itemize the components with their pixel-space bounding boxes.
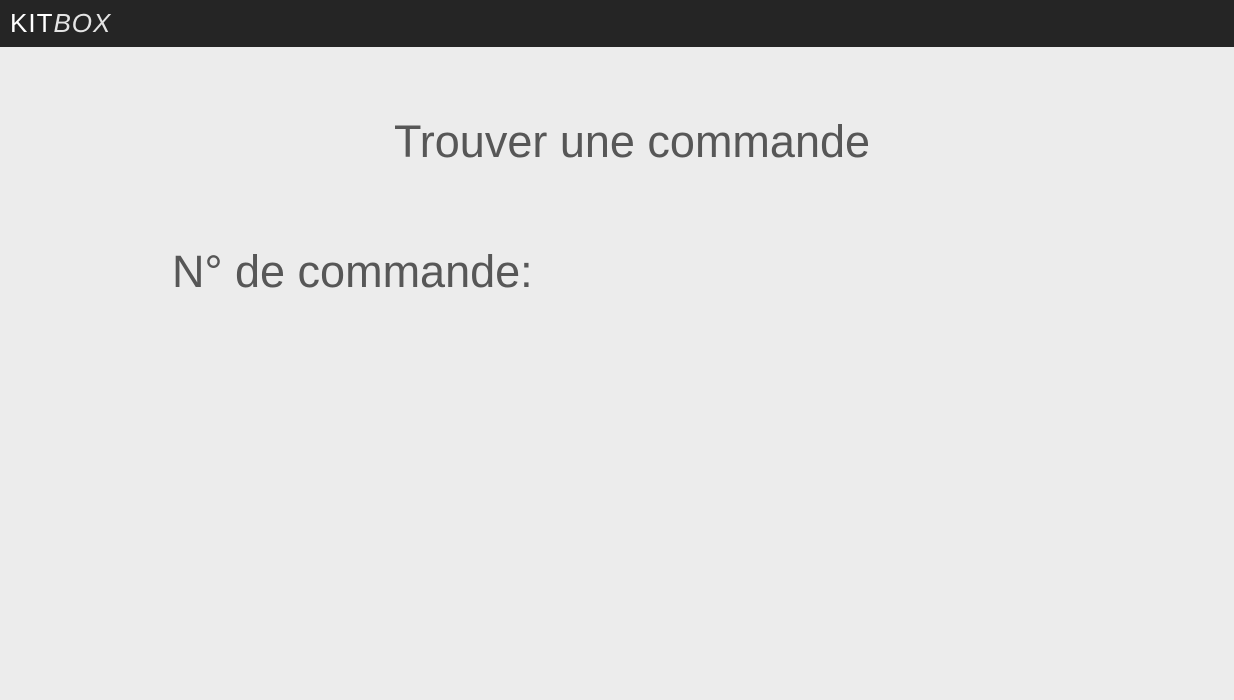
kitbox-logo[interactable]: KIT BOX bbox=[10, 10, 111, 36]
logo-box-text: BOX bbox=[53, 7, 112, 38]
main-content: Trouver une commande N° de commande: bbox=[0, 47, 1234, 700]
page-title: Trouver une commande bbox=[393, 116, 871, 167]
order-number-label: N° de commande: bbox=[172, 246, 533, 297]
logo-kit-text: KIT bbox=[10, 7, 54, 38]
top-bar: KIT BOX bbox=[0, 0, 1234, 47]
order-search-form: N° de commande: bbox=[172, 249, 533, 294]
